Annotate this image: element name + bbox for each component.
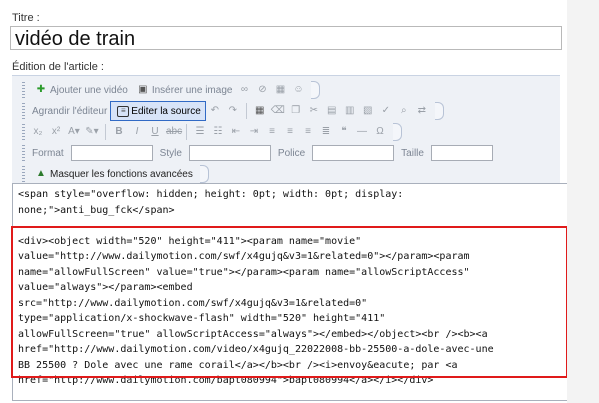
link-icon[interactable]: ∞ bbox=[237, 83, 251, 97]
toolbar-row-4: Format Style Police Taille bbox=[22, 143, 497, 163]
redo-icon[interactable]: ↷ bbox=[226, 104, 240, 118]
image-icon: ▣ bbox=[138, 84, 148, 95]
outdent-icon[interactable]: ⇤ bbox=[229, 125, 243, 139]
numbered-list-icon[interactable]: ☰ bbox=[193, 125, 207, 139]
hide-advanced-button[interactable]: ▲ Masquer les fonctions avancées bbox=[29, 165, 196, 183]
add-video-icon: ✚ bbox=[36, 84, 46, 95]
title-input[interactable]: vidéo de train bbox=[10, 26, 562, 50]
style-label: Style bbox=[159, 147, 182, 159]
indent-icon[interactable]: ⇥ bbox=[247, 125, 261, 139]
page-scrollbar[interactable] bbox=[567, 0, 599, 403]
special-char-icon[interactable]: Ω bbox=[373, 125, 387, 139]
find-icon[interactable]: ⌕ bbox=[397, 104, 411, 118]
select-all-icon[interactable]: ▦ bbox=[253, 104, 267, 118]
hr-icon[interactable]: ― bbox=[355, 125, 369, 139]
unlink-icon[interactable]: ⊘ bbox=[255, 83, 269, 97]
separator bbox=[105, 124, 106, 140]
toolbar-row-5: ▲ Masquer les fonctions avancées bbox=[22, 164, 209, 184]
strikethrough-icon[interactable]: abc bbox=[166, 125, 182, 139]
paste-text-icon[interactable]: ▥ bbox=[343, 104, 357, 118]
bullet-list-icon[interactable]: ☷ bbox=[211, 125, 225, 139]
toolbar-row-1: ✚ Ajouter une vidéo ▣ Insérer une image … bbox=[22, 80, 321, 100]
toolbar-grip[interactable] bbox=[22, 166, 25, 182]
toolbar-endcap bbox=[199, 165, 209, 183]
format-label: Format bbox=[32, 147, 64, 159]
align-center-icon[interactable]: ≡ bbox=[283, 125, 297, 139]
toolbar-grip[interactable] bbox=[22, 103, 25, 119]
spellcheck-icon[interactable]: ✓ bbox=[379, 104, 393, 118]
toolbar-grip[interactable] bbox=[22, 82, 25, 98]
cut-icon[interactable]: ✂ bbox=[307, 104, 321, 118]
style-select[interactable] bbox=[188, 145, 271, 161]
highlight-icon[interactable]: ✎▾ bbox=[85, 125, 99, 139]
enlarge-editor-button[interactable]: Agrandir l'éditeur bbox=[29, 102, 110, 120]
italic-icon[interactable]: I bbox=[130, 125, 144, 139]
editor-toolbar: ✚ Ajouter une vidéo ▣ Insérer une image … bbox=[12, 75, 560, 188]
format-select[interactable] bbox=[70, 145, 153, 161]
taille-select[interactable] bbox=[430, 145, 493, 161]
highlight-box bbox=[11, 226, 568, 378]
police-select[interactable] bbox=[312, 145, 395, 161]
source-icon: ≡ bbox=[117, 105, 130, 117]
align-left-icon[interactable]: ≡ bbox=[265, 125, 279, 139]
justify-icon[interactable]: ≣ bbox=[319, 125, 333, 139]
hide-advanced-icon: ▲ bbox=[36, 168, 46, 179]
toolbar-row-3: x₂ x² A▾ ✎▾ B I U abc ☰ ☷ ⇤ ⇥ ≡ ≡ ≡ ≣ ❝ … bbox=[22, 122, 402, 142]
toolbar-grip[interactable] bbox=[22, 145, 25, 161]
toolbar-endcap bbox=[434, 102, 444, 120]
undo-icon[interactable]: ↶ bbox=[208, 104, 222, 118]
superscript-icon[interactable]: x² bbox=[49, 125, 63, 139]
align-right-icon[interactable]: ≡ bbox=[301, 125, 315, 139]
source-line: none;">anti_bug_fck</span> bbox=[18, 204, 175, 216]
table-icon[interactable]: ▦ bbox=[273, 83, 287, 97]
separator bbox=[245, 103, 247, 119]
toolbar-endcap bbox=[393, 123, 402, 141]
toolbar-endcap bbox=[311, 81, 321, 99]
smiley-icon[interactable]: ☺ bbox=[291, 83, 305, 97]
edit-source-button[interactable]: ≡ Editer la source bbox=[110, 101, 206, 121]
toolbar-grip[interactable] bbox=[22, 124, 25, 140]
article-label: Édition de l'article : bbox=[12, 61, 104, 73]
underline-icon[interactable]: U bbox=[148, 125, 162, 139]
insert-image-button[interactable]: ▣ Insérer une image bbox=[131, 81, 236, 99]
eraser-icon[interactable]: ⌫ bbox=[271, 104, 285, 118]
copy-icon[interactable]: ❐ bbox=[289, 104, 303, 118]
paste-word-icon[interactable]: ▧ bbox=[361, 104, 375, 118]
blockquote-icon[interactable]: ❝ bbox=[337, 125, 351, 139]
toolbar-row-2: Agrandir l'éditeur ≡ Editer la source ↶ … bbox=[22, 101, 444, 121]
add-video-button[interactable]: ✚ Ajouter une vidéo bbox=[29, 81, 131, 99]
taille-label: Taille bbox=[401, 147, 424, 159]
replace-icon[interactable]: ⇄ bbox=[415, 104, 429, 118]
source-line: <span style="overflow: hidden; height: 0… bbox=[18, 189, 404, 200]
police-label: Police bbox=[277, 147, 306, 159]
bold-icon[interactable]: B bbox=[112, 125, 126, 139]
paste-icon[interactable]: ▤ bbox=[325, 104, 339, 118]
text-color-icon[interactable]: A▾ bbox=[67, 125, 81, 139]
separator bbox=[186, 124, 187, 140]
title-label: Titre : bbox=[12, 12, 40, 24]
subscript-icon[interactable]: x₂ bbox=[31, 125, 45, 139]
